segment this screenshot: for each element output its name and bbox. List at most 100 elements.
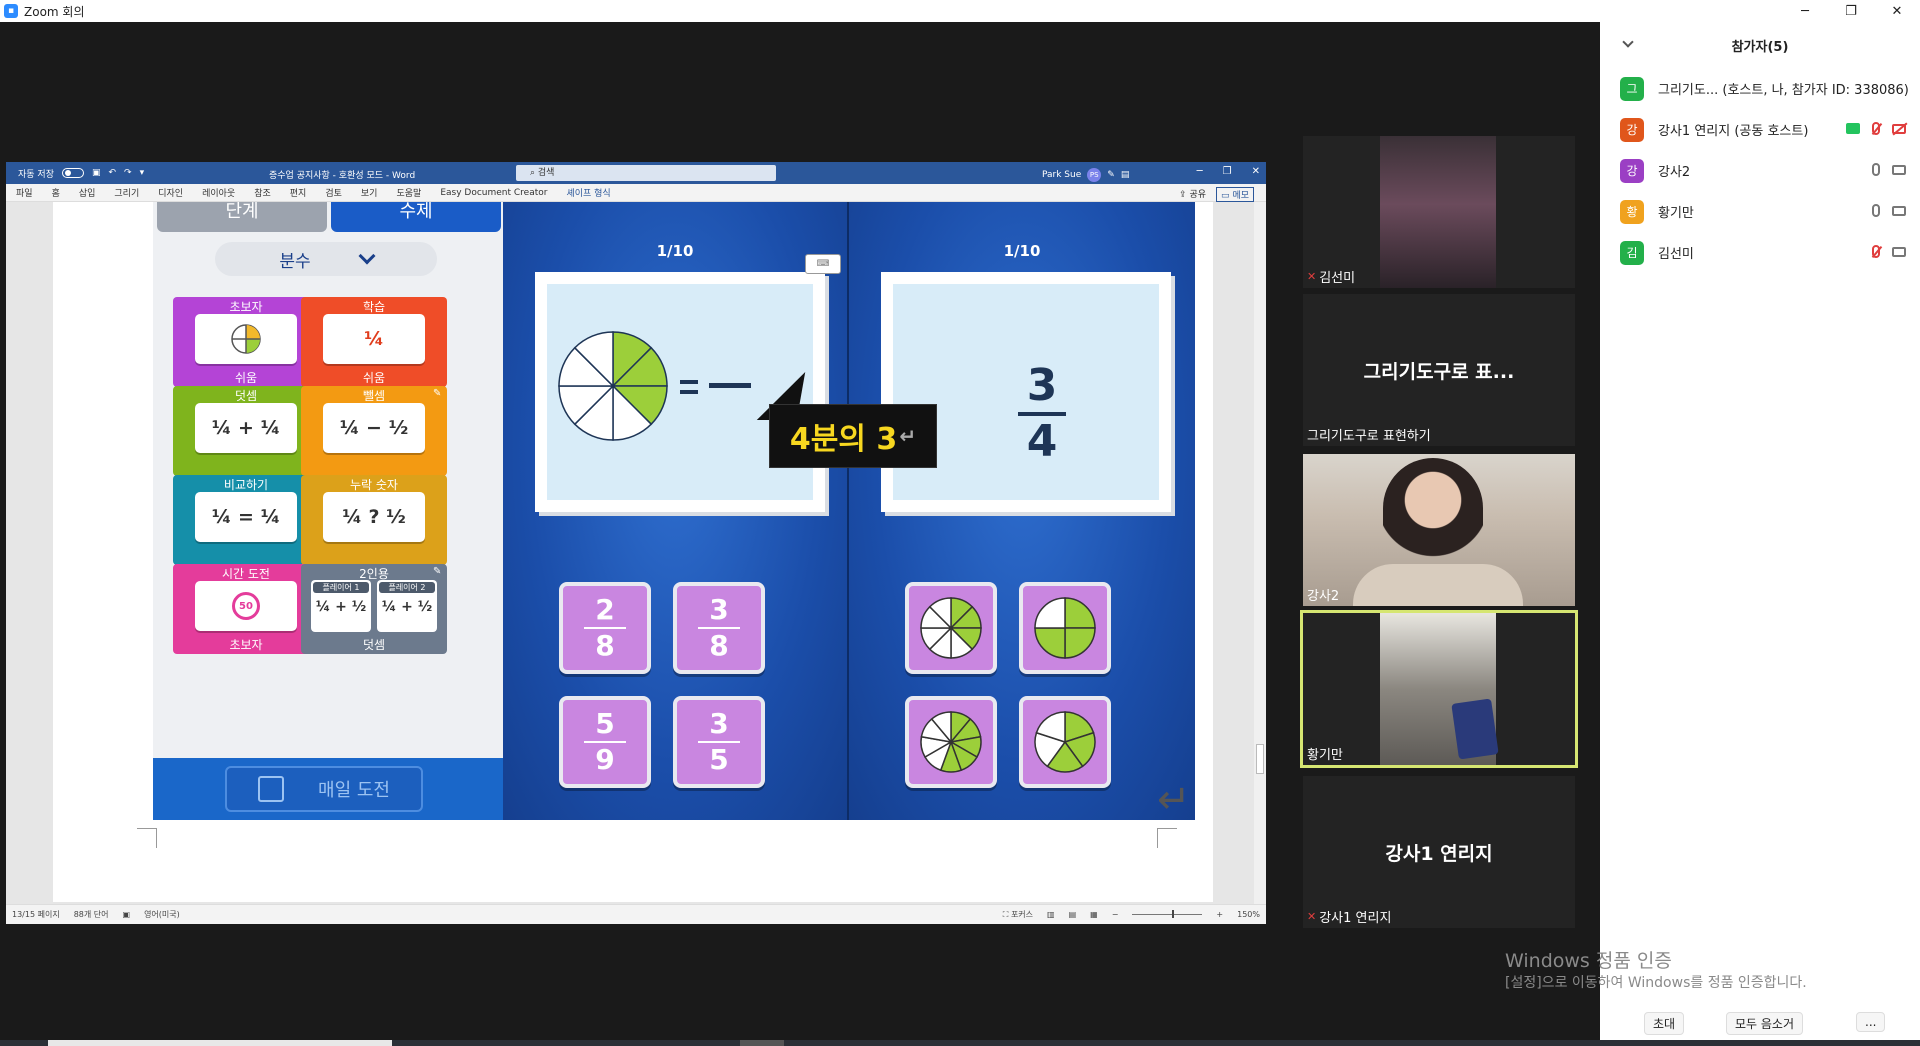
comments-button[interactable]: ▭ 메모 bbox=[1216, 187, 1254, 202]
tile-learn[interactable]: 학습 ¼ 쉬움 bbox=[301, 297, 447, 387]
focus-button[interactable]: ⛶ 포커스 bbox=[1003, 909, 1033, 920]
pen-icon[interactable]: ✎ bbox=[1107, 170, 1115, 180]
autosave-toggle[interactable] bbox=[61, 168, 84, 178]
camera-icon[interactable] bbox=[1892, 205, 1906, 216]
read-mode-icon[interactable]: ▥ bbox=[1047, 910, 1055, 919]
tab-view[interactable]: 보기 bbox=[361, 186, 378, 199]
save-icon[interactable]: ▣ bbox=[92, 168, 101, 178]
taskbar-strip bbox=[0, 1040, 1920, 1046]
question-counter: 1/10 bbox=[656, 242, 694, 260]
tile-addition[interactable]: 덧셈 ✎ ¼ + ¼ bbox=[173, 386, 319, 476]
minimize-button[interactable]: ─ bbox=[1782, 0, 1828, 22]
participant-row[interactable]: 강 강사1 연리지 (공동 호스트) bbox=[1600, 109, 1920, 150]
daily-challenge-button[interactable]: 매일 도전 bbox=[225, 766, 423, 812]
tab-math[interactable]: 수제 bbox=[331, 202, 501, 232]
tab-review[interactable]: 검토 bbox=[325, 186, 342, 199]
word-count[interactable]: 88개 단어 bbox=[74, 909, 109, 920]
question-card: 3 4 bbox=[881, 272, 1171, 512]
tile-card: ¼ ? ½ bbox=[323, 492, 425, 542]
share-icon: ⇪ bbox=[1179, 190, 1187, 200]
tab-home[interactable]: 홈 bbox=[52, 186, 60, 199]
mute-all-button[interactable]: 모두 음소거 bbox=[1726, 1012, 1804, 1035]
tab-file[interactable]: 파일 bbox=[16, 186, 33, 199]
share-button[interactable]: ⇪ 공유 bbox=[1179, 187, 1206, 202]
camera-icon[interactable] bbox=[1892, 246, 1906, 257]
restore-button[interactable]: ❐ bbox=[1828, 0, 1874, 22]
tile-beginner[interactable]: 초보자 쉬움 bbox=[173, 297, 319, 387]
word-close-button[interactable]: ✕ bbox=[1252, 166, 1260, 177]
invite-button[interactable]: 초대 bbox=[1644, 1012, 1685, 1035]
pencil-icon: ✎ bbox=[433, 566, 442, 577]
language[interactable]: 영어(미국) bbox=[144, 909, 180, 920]
participant-row[interactable]: 그 그리기도... (호스트, 나, 참가자 ID: 338086) bbox=[1600, 68, 1920, 109]
tab-shape-format[interactable]: 셰이프 형식 bbox=[566, 186, 610, 199]
zoom-level[interactable]: 150% bbox=[1237, 910, 1260, 919]
page-count[interactable]: 13/15 페이지 bbox=[12, 909, 60, 920]
video-tile[interactable]: 그리기도구로 표... 그리기도구로 표현하기 bbox=[1303, 294, 1575, 446]
tab-insert[interactable]: 삽입 bbox=[79, 186, 96, 199]
print-layout-icon[interactable]: ▤ bbox=[1069, 910, 1077, 919]
ribbon-display-icon[interactable]: ▤ bbox=[1121, 170, 1130, 180]
pie-answer-option[interactable] bbox=[1019, 582, 1111, 674]
mic-muted-icon[interactable] bbox=[1872, 245, 1880, 258]
tab-mailings[interactable]: 편지 bbox=[290, 186, 307, 199]
video-tile[interactable]: 강사2 bbox=[1303, 454, 1575, 606]
topic-dropdown[interactable]: 분수 bbox=[215, 242, 437, 276]
pie-answer-option[interactable] bbox=[1019, 696, 1111, 788]
mic-icon[interactable] bbox=[1872, 163, 1880, 176]
tab-level[interactable]: 단계 bbox=[157, 202, 327, 232]
zoom-slider[interactable] bbox=[1132, 910, 1203, 918]
zoom-logo-icon: ▪ bbox=[4, 4, 18, 18]
search-input[interactable]: ⌕ 검색 bbox=[516, 165, 776, 181]
participant-row[interactable]: 김 김선미 bbox=[1600, 232, 1920, 273]
word-minimize-button[interactable]: ─ bbox=[1197, 166, 1203, 177]
close-button[interactable]: ✕ bbox=[1874, 0, 1920, 22]
video-tile[interactable]: ✕ 김선미 bbox=[1303, 136, 1575, 288]
web-layout-icon[interactable]: ▦ bbox=[1090, 910, 1098, 919]
scrollbar-thumb[interactable] bbox=[1256, 744, 1264, 774]
pie-answer-option[interactable] bbox=[905, 582, 997, 674]
word-restore-button[interactable]: ❐ bbox=[1223, 166, 1232, 177]
tile-time-challenge[interactable]: 시간 도전 ✎ 50 초보자 bbox=[173, 564, 319, 654]
mic-icon[interactable] bbox=[1872, 204, 1880, 217]
redo-icon[interactable]: ↷ bbox=[124, 168, 132, 178]
keyboard-icon[interactable]: ⌨ bbox=[805, 254, 841, 274]
tab-help[interactable]: 도움말 bbox=[396, 186, 421, 199]
camera-off-icon[interactable] bbox=[1892, 123, 1906, 134]
tab-design[interactable]: 디자인 bbox=[158, 186, 183, 199]
answer-option[interactable]: 59 bbox=[559, 696, 651, 788]
tile-two-player[interactable]: 2인용 ✎ 플레이어 1 ¼ + ½ 플레이어 2 ¼ + ½ 덧셈 bbox=[301, 564, 447, 654]
tab-draw[interactable]: 그리기 bbox=[114, 186, 139, 199]
more-button[interactable]: ... bbox=[1856, 1012, 1886, 1032]
camera-icon[interactable] bbox=[1892, 164, 1906, 175]
zoom-in-icon[interactable]: + bbox=[1216, 910, 1223, 919]
tab-layout[interactable]: 레이아웃 bbox=[202, 186, 235, 199]
participant-row[interactable]: 황 황기만 bbox=[1600, 191, 1920, 232]
tile-missing-number[interactable]: 누락 숫자 ¼ ? ½ bbox=[301, 475, 447, 565]
tooltip-text: 4분의 3 bbox=[789, 422, 898, 457]
user-account[interactable]: Park Sue PS ✎ ▤ bbox=[1042, 168, 1129, 182]
vertical-scrollbar[interactable] bbox=[1254, 202, 1266, 904]
pie-answer-option[interactable] bbox=[905, 696, 997, 788]
tile-compare[interactable]: 비교하기 ¼ = ¼ bbox=[173, 475, 319, 565]
undo-icon[interactable]: ↶ bbox=[109, 168, 117, 178]
customize-qat-icon[interactable]: ▾ bbox=[140, 168, 145, 178]
zoom-out-icon[interactable]: − bbox=[1112, 910, 1119, 919]
chevron-down-icon[interactable] bbox=[1622, 36, 1634, 48]
tab-easy-document-creator[interactable]: Easy Document Creator bbox=[440, 188, 547, 198]
answer-option[interactable]: 28 bbox=[559, 582, 651, 674]
pie-answer-icon bbox=[920, 597, 982, 659]
mic-muted-icon[interactable] bbox=[1872, 122, 1880, 135]
window-title: Zoom 회의 bbox=[24, 4, 85, 19]
video-tile-active-speaker[interactable]: 황기만 bbox=[1300, 610, 1578, 768]
participant-avatar: 김 bbox=[1620, 240, 1644, 265]
tile-subtraction[interactable]: 뺄셈 ✎ ¼ − ½ bbox=[301, 386, 447, 476]
participant-name: 강사2 bbox=[1658, 165, 1691, 180]
proofing-icon[interactable]: ▣ bbox=[123, 910, 131, 919]
participant-avatar: 강 bbox=[1620, 117, 1644, 142]
participant-row[interactable]: 강 강사2 bbox=[1600, 150, 1920, 191]
tab-references[interactable]: 참조 bbox=[254, 186, 271, 199]
answer-option[interactable]: 35 bbox=[673, 696, 765, 788]
answer-option[interactable]: 38 bbox=[673, 582, 765, 674]
video-tile[interactable]: 강사1 연리지 ✕ 강사1 연리지 bbox=[1303, 776, 1575, 928]
